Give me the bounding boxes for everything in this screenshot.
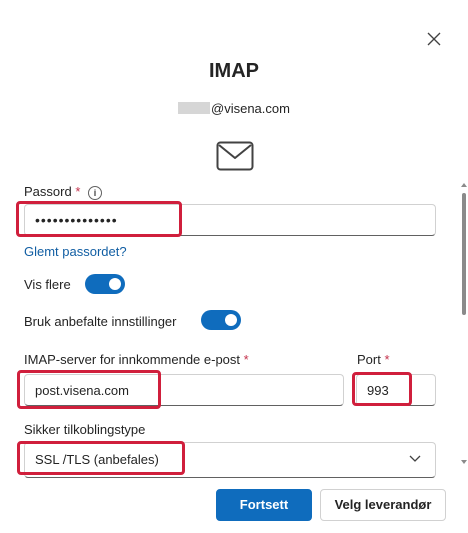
account-email: @visena.com [0, 101, 468, 116]
scroll-down-arrow[interactable] [461, 460, 467, 464]
required-mark: * [75, 184, 81, 199]
forgot-password-link[interactable]: Glemt passordet? [24, 244, 127, 259]
toggle-knob [109, 278, 121, 290]
required-mark: * [243, 352, 249, 367]
password-label: Passord * i [24, 184, 103, 200]
required-mark: * [384, 352, 390, 367]
imap-server-input[interactable] [24, 374, 344, 406]
chevron-down-icon [409, 455, 421, 462]
scrollbar-thumb[interactable] [462, 193, 466, 315]
recommended-settings-toggle[interactable] [201, 310, 241, 330]
redacted-username [178, 102, 211, 114]
imap-server-label: IMAP-server for innkommende e-post * [24, 352, 249, 367]
password-input[interactable] [24, 204, 436, 236]
choose-provider-button[interactable]: Velg leverandør [320, 489, 446, 521]
security-type-selected: SSL /TLS (anbefales) [35, 452, 159, 467]
info-icon[interactable]: i [88, 186, 103, 200]
close-icon [427, 32, 441, 46]
port-input[interactable] [356, 374, 436, 406]
continue-button[interactable]: Fortsett [216, 489, 312, 521]
recommended-settings-label: Bruk anbefalte innstillinger [24, 314, 177, 329]
close-button[interactable] [424, 29, 444, 49]
show-more-toggle[interactable] [85, 274, 125, 294]
port-label: Port * [357, 352, 390, 367]
security-type-dropdown[interactable]: SSL /TLS (anbefales) [24, 442, 436, 478]
dialog-title: IMAP [209, 60, 259, 82]
toggle-knob [225, 314, 237, 326]
security-type-label: Sikker tilkoblingstype [24, 422, 146, 437]
show-more-label: Vis flere [24, 277, 71, 292]
account-domain: @visena.com [211, 101, 290, 116]
mail-envelope-icon [216, 141, 254, 176]
scroll-up-arrow[interactable] [461, 183, 467, 187]
